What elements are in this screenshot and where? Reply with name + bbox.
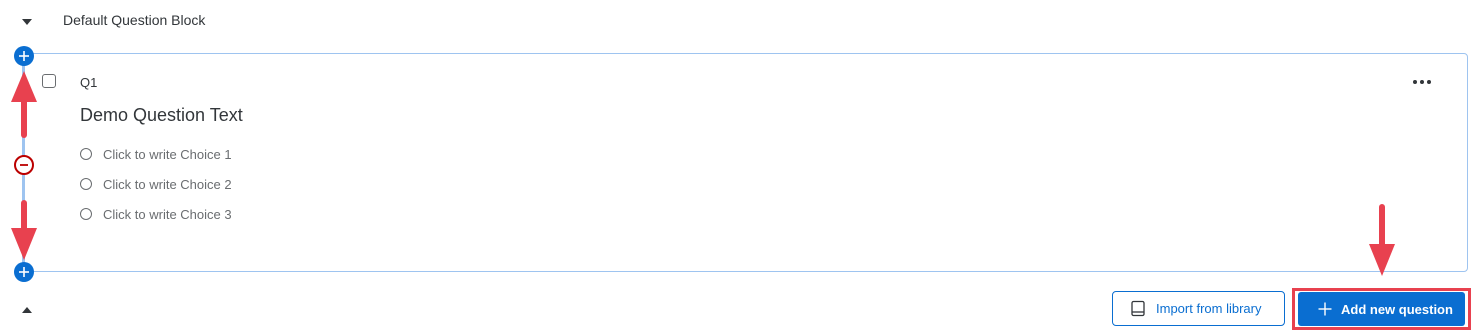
choice-label: Click to write Choice 3 bbox=[103, 206, 232, 222]
import-button-label: Import from library bbox=[1156, 301, 1262, 316]
radio-icon bbox=[80, 208, 92, 220]
annotation-arrow-down bbox=[1369, 204, 1395, 276]
more-horizontal-icon-dot bbox=[1427, 80, 1431, 84]
collapse-block-toggle[interactable] bbox=[20, 15, 34, 29]
question-number: Q1 bbox=[80, 75, 98, 90]
survey-editor: Default Question Block Q1 Demo Question … bbox=[0, 0, 1478, 334]
choice-item[interactable]: Click to write Choice 1 bbox=[80, 146, 232, 162]
plus-circle-icon bbox=[19, 267, 29, 277]
radio-icon bbox=[80, 148, 92, 160]
book-icon bbox=[1131, 300, 1145, 317]
question-text[interactable]: Demo Question Text bbox=[80, 105, 243, 126]
choice-label: Click to write Choice 1 bbox=[103, 146, 232, 162]
expand-block-toggle[interactable] bbox=[20, 303, 34, 317]
annotation-arrow-up bbox=[11, 71, 37, 138]
choice-item[interactable]: Click to write Choice 2 bbox=[80, 176, 232, 192]
choice-label: Click to write Choice 2 bbox=[103, 176, 232, 192]
more-horizontal-icon-dot bbox=[1420, 80, 1424, 84]
add-new-question-button[interactable]: Add new question bbox=[1298, 292, 1465, 326]
more-horizontal-icon bbox=[1413, 80, 1417, 84]
question-select-checkbox[interactable] bbox=[42, 74, 56, 88]
choice-item[interactable]: Click to write Choice 3 bbox=[80, 206, 232, 222]
question-card[interactable] bbox=[22, 53, 1468, 272]
question-menu-button[interactable] bbox=[1409, 74, 1435, 90]
add-question-below-button[interactable] bbox=[14, 262, 34, 282]
annotation-arrow-down bbox=[11, 200, 37, 260]
remove-question-button[interactable] bbox=[14, 155, 34, 175]
add-question-above-button[interactable] bbox=[14, 46, 34, 66]
caret-down-icon bbox=[22, 19, 32, 25]
plus-icon bbox=[1318, 302, 1332, 316]
minus-circle-icon bbox=[20, 164, 28, 166]
add-button-label: Add new question bbox=[1341, 301, 1453, 317]
block-title[interactable]: Default Question Block bbox=[63, 11, 205, 29]
plus-circle-icon bbox=[19, 51, 29, 61]
caret-up-icon bbox=[22, 307, 32, 313]
import-from-library-button[interactable]: Import from library bbox=[1112, 291, 1285, 326]
radio-icon bbox=[80, 178, 92, 190]
